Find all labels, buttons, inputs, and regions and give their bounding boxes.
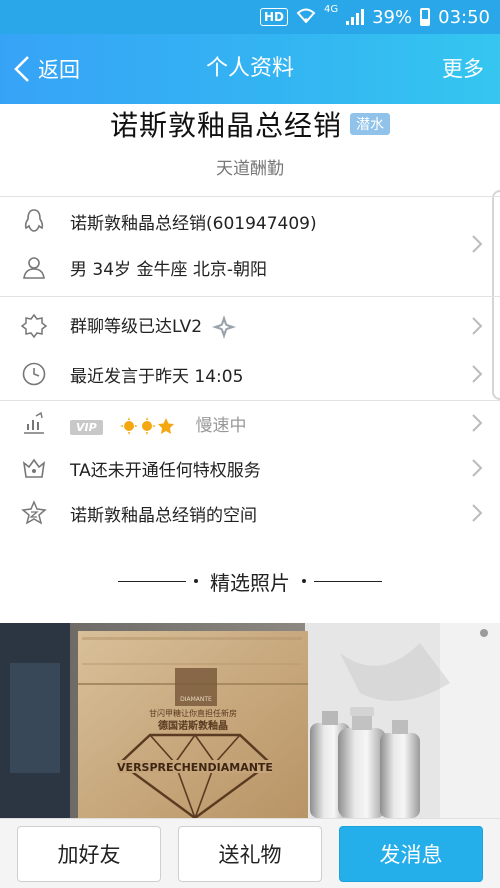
level-bars-icon bbox=[20, 409, 48, 437]
clock-icon bbox=[20, 360, 48, 388]
qq-account-row[interactable]: 诺斯敦釉晶总经销(601947409) bbox=[0, 198, 500, 244]
box-small-label: DIAMANTE bbox=[180, 696, 212, 703]
product-photo-image: DIAMANTE 甘闪甲糖让你直担任新房 德国诺斯敦釉晶 VERSPRECHEN… bbox=[0, 623, 500, 818]
heading-dot bbox=[194, 579, 198, 583]
send-message-button[interactable]: 发消息 bbox=[339, 826, 483, 882]
signal-icon bbox=[346, 9, 365, 25]
qzone-text: 诺斯敦釉晶总经销的空间 bbox=[70, 505, 257, 526]
sun-icon bbox=[120, 416, 175, 435]
featured-photos-label: 精选照片 bbox=[210, 570, 290, 595]
hd-indicator: HD bbox=[259, 8, 288, 26]
privilege-row[interactable]: TA还未开通任何特权服务 bbox=[0, 445, 500, 491]
last-speak-text: 最近发言于昨天 14:05 bbox=[70, 366, 244, 387]
badge-icon bbox=[20, 312, 48, 340]
speed-status: 慢速中 bbox=[195, 415, 247, 436]
last-speak-row[interactable]: 最近发言于昨天 14:05 bbox=[0, 351, 500, 397]
star-z-icon bbox=[20, 499, 48, 527]
qq-account-text: 诺斯敦釉晶总经销(601947409) bbox=[70, 213, 317, 234]
page-title: 个人资料 bbox=[205, 56, 294, 81]
vip-level-row[interactable]: VIP 慢速中 bbox=[0, 400, 500, 446]
status-bar: HD 4G 39% 03:50 bbox=[0, 0, 500, 34]
add-friend-button[interactable]: 加好友 bbox=[17, 826, 161, 882]
crown-icon bbox=[20, 454, 48, 482]
sun-level-icons bbox=[120, 416, 176, 436]
divider bbox=[0, 296, 500, 297]
group-level-row[interactable]: 群聊等级已达LV2 bbox=[0, 303, 500, 349]
person-icon bbox=[20, 253, 48, 281]
featured-photo[interactable]: DIAMANTE 甘闪甲糖让你直担任新房 德国诺斯敦釉晶 VERSPRECHEN… bbox=[0, 623, 500, 818]
penguin-icon bbox=[20, 207, 48, 235]
chevron-right-icon bbox=[472, 459, 483, 477]
qzone-row[interactable]: 诺斯敦釉晶总经销的空间 bbox=[0, 490, 500, 536]
title-bar: 返回 个人资料 更多 bbox=[0, 34, 500, 104]
chevron-right-icon bbox=[472, 365, 483, 383]
status-badge: 潜水 bbox=[350, 113, 390, 135]
battery-icon bbox=[420, 8, 431, 26]
vip-badge: VIP bbox=[70, 419, 103, 435]
clock: 03:50 bbox=[438, 6, 490, 28]
group-level-label: 群聊等级已达LV2 bbox=[70, 317, 203, 337]
heading-dot bbox=[302, 579, 306, 583]
chevron-right-icon[interactable] bbox=[470, 233, 484, 255]
chevron-right-icon bbox=[472, 504, 483, 522]
group-level-text: 群聊等级已达LV2 bbox=[70, 312, 237, 340]
bottom-action-bar: 加好友 送礼物 发消息 bbox=[0, 818, 500, 888]
featured-photos-heading: 精选照片 bbox=[0, 566, 500, 596]
vip-level-text: VIP 慢速中 bbox=[70, 411, 246, 436]
profile-name: 诺斯敦釉晶总经销 bbox=[109, 109, 342, 142]
wifi-icon bbox=[296, 7, 316, 28]
box-text-line2: 德国诺斯敦釉晶 bbox=[157, 719, 228, 732]
box-text-line1: 甘闪甲糖让你直担任新房 bbox=[149, 708, 237, 718]
send-gift-button[interactable]: 送礼物 bbox=[178, 826, 322, 882]
divider bbox=[0, 196, 500, 197]
more-button[interactable]: 更多 bbox=[442, 34, 484, 104]
profile-header: 诺斯敦釉晶总经销 潜水 bbox=[0, 104, 500, 144]
chevron-right-icon bbox=[472, 414, 483, 432]
profile-signature: 天道酬勤 bbox=[216, 159, 284, 179]
personal-details-text: 男 34岁 金牛座 北京-朝阳 bbox=[70, 259, 267, 280]
box-brand-text: VERSPRECHENDIAMANTE bbox=[117, 761, 273, 774]
network-type: 4G bbox=[323, 4, 339, 15]
personal-details-row[interactable]: 男 34岁 金牛座 北京-朝阳 bbox=[0, 244, 500, 290]
privilege-text: TA还未开通任何特权服务 bbox=[70, 460, 261, 481]
chevron-right-icon bbox=[472, 317, 483, 335]
heading-line bbox=[314, 580, 382, 582]
battery-percent: 39% bbox=[372, 6, 413, 28]
heading-line bbox=[118, 580, 186, 582]
diamond-sparkle-icon bbox=[212, 315, 237, 339]
